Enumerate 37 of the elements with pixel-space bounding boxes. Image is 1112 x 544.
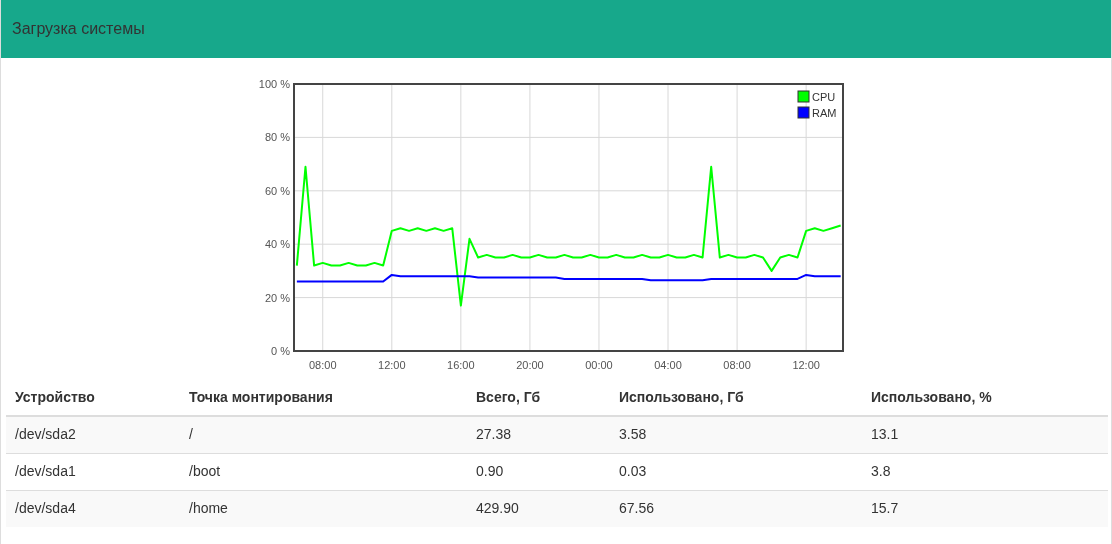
x-tick-label: 16:00 xyxy=(447,359,475,371)
x-tick-label: 12:00 xyxy=(378,359,406,371)
table-cell: 3.8 xyxy=(862,453,1108,490)
column-header: Использовано, Гб xyxy=(610,380,862,416)
table-cell: /boot xyxy=(180,453,467,490)
table-cell: 0.03 xyxy=(610,453,862,490)
y-tick-label: 40 % xyxy=(264,238,290,251)
y-tick-label: 80 % xyxy=(264,131,290,144)
table-cell: / xyxy=(180,416,467,453)
table-cell: 67.56 xyxy=(610,490,862,527)
x-tick-label: 08:00 xyxy=(723,359,751,371)
legend-label: RAM xyxy=(812,107,837,119)
x-tick-label: 04:00 xyxy=(654,359,682,371)
y-tick-label: 20 % xyxy=(264,291,290,304)
y-tick-label: 100 % xyxy=(258,78,290,90)
page-title: Загрузка системы xyxy=(12,19,145,39)
table-cell: 3.58 xyxy=(610,416,862,453)
column-header: Устройство xyxy=(6,380,180,416)
y-tick-label: 0 % xyxy=(271,345,290,357)
column-header: Всего, Гб xyxy=(467,380,610,416)
table-cell: 15.7 xyxy=(862,490,1108,527)
table-cell: /dev/sda1 xyxy=(6,453,180,490)
legend-label: CPU xyxy=(812,91,836,103)
x-tick-label: 20:00 xyxy=(516,359,544,371)
y-tick-label: 60 % xyxy=(264,184,290,197)
table-cell: 27.38 xyxy=(467,416,610,453)
table-cell: 13.1 xyxy=(862,416,1108,453)
table-cell: 0.90 xyxy=(467,453,610,490)
x-tick-label: 00:00 xyxy=(585,359,613,371)
table-cell: /dev/sda2 xyxy=(6,416,180,453)
column-header: Использовано, % xyxy=(862,380,1108,416)
table-cell: /dev/sda4 xyxy=(6,490,180,527)
x-tick-label: 08:00 xyxy=(309,359,337,371)
x-tick-label: 12:00 xyxy=(792,359,820,371)
column-header: Точка монтирования xyxy=(180,380,467,416)
table-cell: 429.90 xyxy=(467,490,610,527)
table-cell: /home xyxy=(180,490,467,527)
